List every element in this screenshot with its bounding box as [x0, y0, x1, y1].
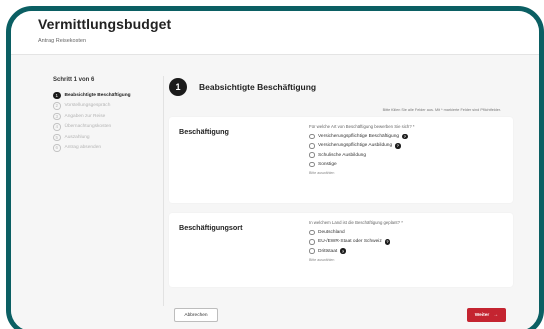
arrow-right-icon: → [493, 312, 499, 318]
step-number: 5 [53, 133, 61, 141]
radio-button[interactable] [309, 248, 315, 254]
page-title: Vermittlungsbudget [38, 16, 172, 32]
step-number: 2 [53, 102, 61, 110]
step-item-uebernachtung[interactable]: 4 Übernachtungskosten [53, 122, 163, 133]
location-question: In welchem Land ist die Beschäftigung ge… [309, 220, 403, 225]
step-label: Vorstellungsgespräch [64, 103, 111, 109]
step-sidebar: Schritt 1 von 6 1 Beabsichtigte Beschäft… [53, 77, 163, 153]
radio-label: Deutschland [318, 230, 345, 236]
radio-label: EU-/EWR-Staat oder Schweiz [318, 239, 382, 245]
app-frame: Vermittlungsbudget Antrag Reisekosten Sc… [6, 6, 544, 329]
step-number: 1 [53, 91, 61, 99]
info-icon[interactable]: ? [395, 143, 401, 149]
step-count: Schritt 1 von 6 [53, 77, 95, 83]
employment-question: Für welche Art von Beschäftigung bewerbe… [309, 124, 415, 129]
cancel-button[interactable]: Abbrechen [174, 308, 218, 322]
step-label: Angaben zur Reise [64, 113, 106, 119]
radio-label: Sonstige [318, 162, 337, 168]
step-item-auszahlung[interactable]: 5 Auszahlung [53, 132, 163, 143]
form-content: Schritt 1 von 6 1 Beabsichtigte Beschäft… [11, 55, 539, 329]
radio-button[interactable] [309, 229, 315, 236]
radio-label: Versicherungspflichtige Beschäftigung [318, 134, 400, 140]
info-icon[interactable]: ? [402, 133, 408, 140]
section-header: 1 Beabsichtigte Beschäftigung [169, 78, 316, 96]
radio-schulische-ausbildung[interactable]: Schulische Ausbildung [309, 151, 415, 160]
radio-button[interactable] [309, 143, 315, 149]
step-item-beschaeftigung[interactable]: 1 Beabsichtigte Beschäftigung [53, 90, 163, 101]
step-label: Beabsichtigte Beschäftigung [64, 92, 131, 98]
page-subtitle: Antrag Reisekosten [38, 38, 86, 44]
info-icon[interactable]: ? [340, 248, 346, 254]
info-icon[interactable]: ? [384, 239, 391, 245]
radio-deutschland[interactable]: Deutschland [309, 228, 403, 237]
step-number: 6 [53, 144, 61, 152]
section-title: Beabsichtigte Beschäftigung [199, 82, 317, 92]
location-card: Beschäftigungsort In welchem Land ist di… [169, 213, 513, 287]
step-label: Antrag absenden [64, 145, 102, 151]
step-label: Auszahlung [64, 134, 90, 140]
radio-label: Versicherungspflichtige Ausbildung [318, 143, 393, 149]
step-number: 3 [53, 112, 61, 120]
next-button[interactable]: Weiter → [467, 308, 506, 322]
employment-label: Beschäftigung [179, 127, 229, 136]
step-item-absenden[interactable]: 6 Antrag absenden [53, 143, 163, 154]
next-button-label: Weiter [474, 312, 490, 318]
step-item-vorstellungsgespraech[interactable]: 2 Vorstellungsgespräch [53, 101, 163, 112]
step-item-reise[interactable]: 3 Angaben zur Reise [53, 111, 163, 122]
location-options: In welchem Land ist die Beschäftigung ge… [309, 220, 403, 262]
sidebar-divider [163, 76, 164, 306]
radio-label: Schulische Ausbildung [318, 152, 367, 158]
step-label: Übernachtungskosten [64, 124, 112, 130]
employment-hint: Bitte auswählen [309, 171, 335, 176]
radio-sonstige[interactable]: Sonstige [309, 160, 415, 169]
employment-card: Beschäftigung Für welche Art von Beschäf… [169, 117, 513, 203]
radio-label: Drittstaat [318, 248, 338, 254]
employment-options: Für welche Art von Beschäftigung bewerbe… [309, 124, 415, 175]
required-fields-note: Bitte füllen Sie alle Felder aus. Mit * … [382, 108, 501, 112]
radio-button[interactable] [309, 239, 315, 245]
section-number-badge: 1 [169, 78, 187, 96]
radio-eu-ewr-schweiz[interactable]: EU-/EWR-Staat oder Schweiz ? [309, 237, 403, 246]
location-label: Beschäftigungsort [179, 223, 243, 232]
radio-versicherungspflichtige-ausbildung[interactable]: Versicherungspflichtige Ausbildung ? [309, 141, 415, 150]
radio-button[interactable] [309, 152, 315, 158]
radio-drittstaat[interactable]: Drittstaat ? [309, 247, 403, 256]
location-hint: Bitte auswählen [309, 257, 335, 262]
radio-button[interactable] [309, 133, 315, 140]
radio-versicherungspflichtige-beschaeftigung[interactable]: Versicherungspflichtige Beschäftigung ? [309, 132, 415, 141]
step-number: 4 [53, 123, 61, 131]
page-header: Vermittlungsbudget Antrag Reisekosten [11, 11, 539, 55]
radio-button[interactable] [309, 161, 315, 168]
